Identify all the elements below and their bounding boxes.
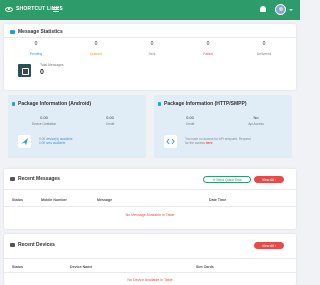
menu-toggle-icon[interactable] [53,7,59,12]
recent-devices-header: Recent Devices [10,242,55,248]
android-icon [12,102,15,106]
column-header: Status [12,265,23,269]
credit-label: Credit [105,122,115,126]
divider [4,206,296,207]
stat-value: 0 [262,41,266,47]
stat-label: Failed [203,52,213,56]
code-brackets-icon [164,135,177,148]
package-http-title: Package Information (HTTP/SMPP) [164,101,247,107]
sms-available-text: 0.00 sms available [39,141,66,146]
recent-messages-card: Recent Messages ✈ Send Quick Sms View Al… [4,169,296,229]
package-android-card: Package Information (Android) 0.00 Devic… [8,95,146,158]
stat-label: Queued [89,52,103,56]
column-header: Message [97,198,113,202]
send-quick-sms-label: Send Quick Sms [216,177,242,182]
send-icon [18,135,31,148]
http-credit-label: Credit [185,122,195,126]
view-all-label: View All [262,243,274,248]
package-android-header: Package Information (Android) [12,101,91,107]
stat-label: Delivered [256,52,272,56]
laptop-icon [10,243,15,247]
stat-pending: 0 Pending [6,41,66,56]
device-limitation-label: Device Limitation [31,122,57,126]
view-all-label: View All [262,177,274,182]
api-access-value: No [253,115,259,120]
recent-messages-header: Recent Messages [10,176,60,182]
arrow-right-icon: › [274,177,276,182]
stat-value: 0 [34,41,38,47]
credit-value: 0.00 [106,115,114,120]
device-limitation-value: 0.00 [40,115,48,120]
view-all-messages-button[interactable]: View All › [254,176,284,183]
divider [4,272,296,273]
message-statistics-title: Message Statistics [18,29,63,35]
bell-icon[interactable] [260,6,266,12]
avatar[interactable] [275,4,286,15]
top-navbar: SHORTCUT LINKS [0,0,300,20]
send-icon: ✈ [212,177,216,182]
arrow-right-icon: › [274,243,276,248]
stat-label: Sent [148,52,156,56]
recent-devices-card: Recent Devices View All › Status Device … [4,234,296,285]
chevron-down-icon[interactable] [289,9,293,11]
package-android-title: Package Information (Android) [18,101,92,107]
total-messages-label: Total Messages [40,63,64,67]
api-access-label: Api Access [248,122,264,126]
package-http-header: Package Information (HTTP/SMPP) [158,101,247,107]
message-statistics-header: Message Statistics [10,29,63,35]
http-note: You have no access for API endpoint. Req… [185,137,251,145]
column-header: Mobile Number [41,198,67,202]
column-header: Device Name [70,265,93,269]
stat-label: Pending [29,52,43,56]
column-header: Date Time [209,198,227,202]
recent-devices-title: Recent Devices [18,242,55,248]
stat-sent: 0 Sent [122,41,182,56]
stat-delivered: 0 Delivered [234,41,294,56]
total-messages-value: 0 [40,69,44,76]
divider [4,258,296,259]
http-credit-value: 0.00 [186,115,194,120]
stat-failed: 0 Failed [178,41,238,56]
stat-value: 0 [94,41,98,47]
view-all-devices-button[interactable]: View All › [254,242,284,249]
empty-devices-text: No Device Available in Table [127,278,173,282]
message-statistics-card: Message Statistics 0 Pending 0 Queued 0 … [4,24,296,90]
envelope-icon [10,30,15,34]
stat-value: 0 [150,41,154,47]
send-quick-sms-button[interactable]: ✈ Send Quick Sms [203,176,251,183]
eye-icon [5,6,13,12]
message-tile-icon [18,64,31,77]
recent-messages-title: Recent Messages [18,176,60,182]
column-header: Sim Cards [196,265,214,269]
code-icon [158,102,161,106]
stat-value: 0 [206,41,210,47]
divider [4,37,296,38]
divider [4,189,296,190]
package-http-card: Package Information (HTTP/SMPP) 0.00 Cre… [154,95,292,158]
stat-queued: 0 Queued [66,41,126,56]
api-access-note-line2: for the access [185,141,205,146]
empty-messages-text: No Message Available in Table [125,213,175,217]
column-header: Status [12,198,23,202]
list-icon [10,177,15,181]
request-access-link[interactable]: here [206,141,213,145]
android-note: 0.00 device(s) available 0.00 sms availa… [39,137,73,145]
